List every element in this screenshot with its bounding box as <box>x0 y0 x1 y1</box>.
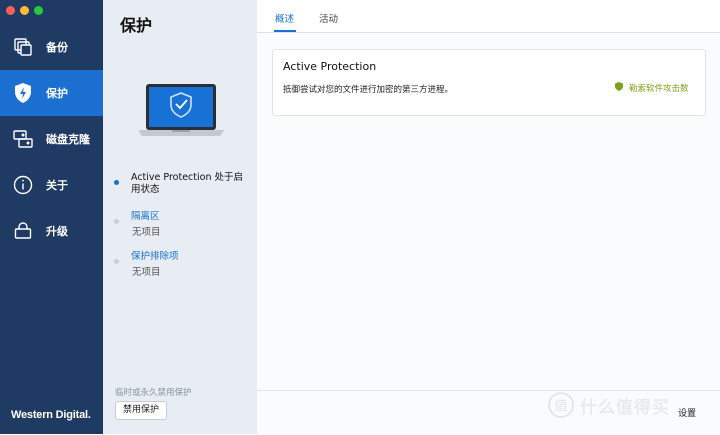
cart-icon <box>11 219 35 243</box>
active-tab-indicator <box>274 30 296 32</box>
exclusions-link[interactable]: 保护排除项 <box>131 251 249 263</box>
sidebar-item-backup[interactable]: 备份 <box>0 24 103 70</box>
watermark-logo-icon: 值 <box>548 392 574 418</box>
disk-clone-icon <box>11 127 35 151</box>
ransomware-stats-link[interactable]: 勒索软件攻击数 <box>615 82 689 94</box>
sidebar-item-label: 保护 <box>46 87 68 100</box>
status-subtitle: 无项目 <box>132 227 161 238</box>
sidebar-item-upgrade[interactable]: 升级 <box>0 208 103 254</box>
page-title: 保护 <box>120 16 153 35</box>
small-shield-icon <box>615 82 623 94</box>
watermark-text: 什么值得买 <box>580 397 670 418</box>
sidebar-item-label: 磁盘克隆 <box>46 133 90 146</box>
disable-protection-button[interactable]: 禁用保护 <box>115 401 168 420</box>
status-dot <box>114 219 119 224</box>
tab-bar: 概述 活动 <box>257 0 720 33</box>
active-protection-card: Active Protection 抵御尝试对您的文件进行加密的第三方进程。 勒… <box>272 49 706 116</box>
status-title: Active Protection 处于启用状态 <box>131 172 243 195</box>
tab-activity[interactable]: 活动 <box>319 11 338 25</box>
protection-panel: 保护 Active Protection 处于启用状态 隔离区 无项目 保护排除… <box>103 0 258 434</box>
zoom-window-button[interactable] <box>34 6 43 15</box>
sidebar-nav: 备份 保护 磁盘克隆 关于 升级 Western Digital. <box>0 0 103 434</box>
sidebar-item-label: 升级 <box>46 225 68 238</box>
tab-overview[interactable]: 概述 <box>275 11 294 25</box>
sidebar-item-label: 关于 <box>46 179 68 192</box>
backup-icon <box>11 35 35 59</box>
sidebar-item-about[interactable]: 关于 <box>0 162 103 208</box>
sidebar-item-disk-clone[interactable]: 磁盘克隆 <box>0 116 103 162</box>
brand-logo: Western Digital. <box>11 409 91 421</box>
disable-hint: 临时或永久禁用保护 <box>115 388 192 398</box>
site-watermark: 值 什么值得买 <box>548 392 670 418</box>
card-title: Active Protection <box>283 60 377 73</box>
minimize-window-button[interactable] <box>20 6 29 15</box>
sidebar-item-protection[interactable]: 保护 <box>0 70 103 116</box>
settings-button[interactable]: 设置 <box>678 406 696 419</box>
sidebar-item-label: 备份 <box>46 41 68 54</box>
svg-text:值: 值 <box>554 398 567 414</box>
quarantine-link[interactable]: 隔离区 <box>131 211 249 223</box>
close-window-button[interactable] <box>6 6 15 15</box>
shield-icon <box>11 81 35 105</box>
main-content: 概述 活动 Active Protection 抵御尝试对您的文件进行加密的第三… <box>257 0 720 435</box>
status-dot <box>114 259 119 264</box>
info-icon <box>11 173 35 197</box>
ransomware-stats-label: 勒索软件攻击数 <box>629 84 689 94</box>
status-dot <box>114 180 119 185</box>
laptop-shield-illustration <box>136 82 226 143</box>
card-description: 抵御尝试对您的文件进行加密的第三方进程。 <box>283 85 454 95</box>
status-subtitle: 无项目 <box>132 267 161 278</box>
window-controls <box>6 6 43 15</box>
